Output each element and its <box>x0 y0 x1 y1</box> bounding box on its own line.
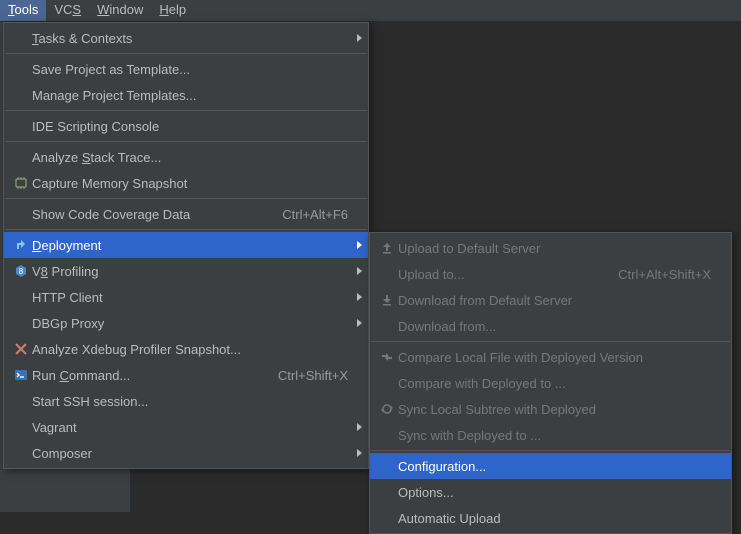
separator <box>5 110 367 111</box>
menubar-window[interactable]: Window <box>89 0 151 21</box>
menubar-tools[interactable]: Tools <box>0 0 46 21</box>
v8-icon: 8 <box>10 264 32 278</box>
menu-ide-scripting[interactable]: IDE Scripting Console <box>4 113 368 139</box>
menu-run-command[interactable]: Run Command... Ctrl+Shift+X <box>4 362 368 388</box>
menu-capture-memory[interactable]: Capture Memory Snapshot <box>4 170 368 196</box>
separator <box>5 141 367 142</box>
compare-icon <box>376 350 398 364</box>
menu-dbgp-proxy[interactable]: DBGp Proxy <box>4 310 368 336</box>
menu-compare-deployed[interactable]: Compare with Deployed to ... <box>370 370 731 396</box>
menu-stack-trace[interactable]: Analyze Stack Trace... <box>4 144 368 170</box>
menu-composer[interactable]: Composer <box>4 440 368 466</box>
separator <box>371 450 730 451</box>
menu-sync-subtree[interactable]: Sync Local Subtree with Deployed <box>370 396 731 422</box>
menubar-vcs[interactable]: VCS <box>46 0 89 21</box>
menu-v8-profiling[interactable]: 8 V8 Profiling <box>4 258 368 284</box>
menu-manage-templates[interactable]: Manage Project Templates... <box>4 82 368 108</box>
submenu-arrow-icon <box>357 423 362 431</box>
menu-tasks[interactable]: Tasks & Contexts <box>4 25 368 51</box>
separator <box>5 198 367 199</box>
xdebug-icon <box>10 342 32 356</box>
memory-icon <box>10 176 32 190</box>
menubar-help[interactable]: Help <box>151 0 194 21</box>
menu-http-client[interactable]: HTTP Client <box>4 284 368 310</box>
upload-icon <box>376 241 398 255</box>
separator <box>5 229 367 230</box>
deployment-submenu: Upload to Default Server Upload to... Ct… <box>369 232 732 534</box>
menu-upload-default[interactable]: Upload to Default Server <box>370 235 731 261</box>
menu-deployment[interactable]: Deployment <box>4 232 368 258</box>
svg-text:8: 8 <box>19 267 24 276</box>
menu-configuration[interactable]: Configuration... <box>370 453 731 479</box>
menu-auto-upload[interactable]: Automatic Upload <box>370 505 731 531</box>
separator <box>371 341 730 342</box>
submenu-arrow-icon <box>357 293 362 301</box>
menu-options[interactable]: Options... <box>370 479 731 505</box>
terminal-icon <box>10 368 32 382</box>
menu-compare-file[interactable]: Compare Local File with Deployed Version <box>370 344 731 370</box>
menu-download-from[interactable]: Download from... <box>370 313 731 339</box>
submenu-arrow-icon <box>357 241 362 249</box>
menu-coverage[interactable]: Show Code Coverage Data Ctrl+Alt+F6 <box>4 201 368 227</box>
menu-download-default[interactable]: Download from Default Server <box>370 287 731 313</box>
submenu-arrow-icon <box>357 319 362 327</box>
download-icon <box>376 293 398 307</box>
menu-save-template[interactable]: Save Project as Template... <box>4 56 368 82</box>
submenu-arrow-icon <box>357 267 362 275</box>
menu-ssh[interactable]: Start SSH session... <box>4 388 368 414</box>
deployment-icon <box>10 238 32 252</box>
menu-vagrant[interactable]: Vagrant <box>4 414 368 440</box>
tools-menu: Tasks & Contexts Save Project as Templat… <box>3 22 369 469</box>
submenu-arrow-icon <box>357 449 362 457</box>
separator <box>5 53 367 54</box>
sync-icon <box>376 402 398 416</box>
menubar: Tools VCS Window Help <box>0 0 741 22</box>
menu-upload-to[interactable]: Upload to... Ctrl+Alt+Shift+X <box>370 261 731 287</box>
menu-xdebug[interactable]: Analyze Xdebug Profiler Snapshot... <box>4 336 368 362</box>
submenu-arrow-icon <box>357 34 362 42</box>
menu-sync-deployed[interactable]: Sync with Deployed to ... <box>370 422 731 448</box>
